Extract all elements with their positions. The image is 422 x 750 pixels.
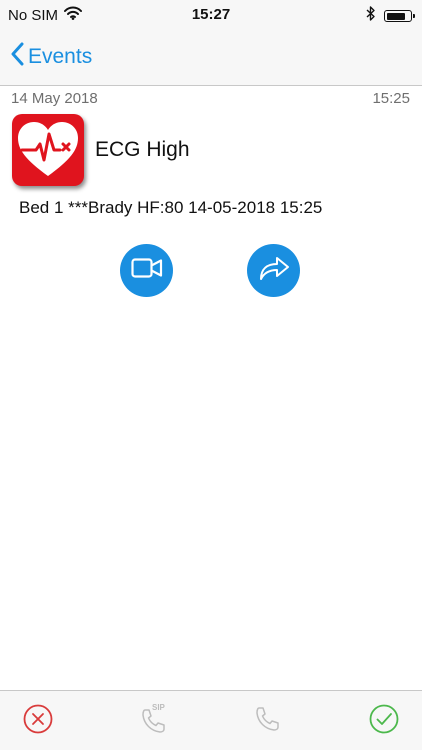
status-bar: No SIM 15:27 (0, 0, 422, 30)
sip-call-icon: SIP (138, 703, 170, 737)
confirm-icon (368, 703, 400, 740)
phone-call-button[interactable] (252, 705, 284, 737)
heart-ecg-icon (12, 114, 84, 186)
confirm-button[interactable] (368, 703, 400, 740)
status-right (366, 6, 415, 26)
event-time: 15:25 (372, 90, 410, 107)
sip-label: SIP (152, 703, 165, 712)
cancel-button[interactable] (22, 703, 54, 740)
navigation-bar: Events (0, 30, 422, 86)
back-button[interactable]: Events (10, 42, 92, 72)
event-title: ECG High (95, 138, 190, 161)
video-camera-icon (130, 257, 163, 284)
back-label: Events (28, 45, 93, 68)
bottom-toolbar: SIP (0, 690, 422, 750)
event-header: 14 May 2018 15:25 (0, 90, 422, 110)
cancel-icon (22, 703, 54, 740)
event-date: 14 May 2018 (11, 90, 98, 107)
event-description: Bed 1 ***Brady HF:80 14-05-2018 15:25 (19, 198, 323, 217)
status-time: 15:27 (191, 6, 231, 23)
chevron-left-icon (10, 42, 24, 72)
sip-call-button[interactable]: SIP (138, 703, 170, 737)
bluetooth-icon (366, 6, 376, 26)
forward-icon (258, 255, 290, 286)
battery-icon (384, 10, 415, 22)
phone-icon (252, 703, 284, 740)
forward-button[interactable] (247, 244, 300, 297)
video-call-button[interactable] (120, 244, 173, 297)
